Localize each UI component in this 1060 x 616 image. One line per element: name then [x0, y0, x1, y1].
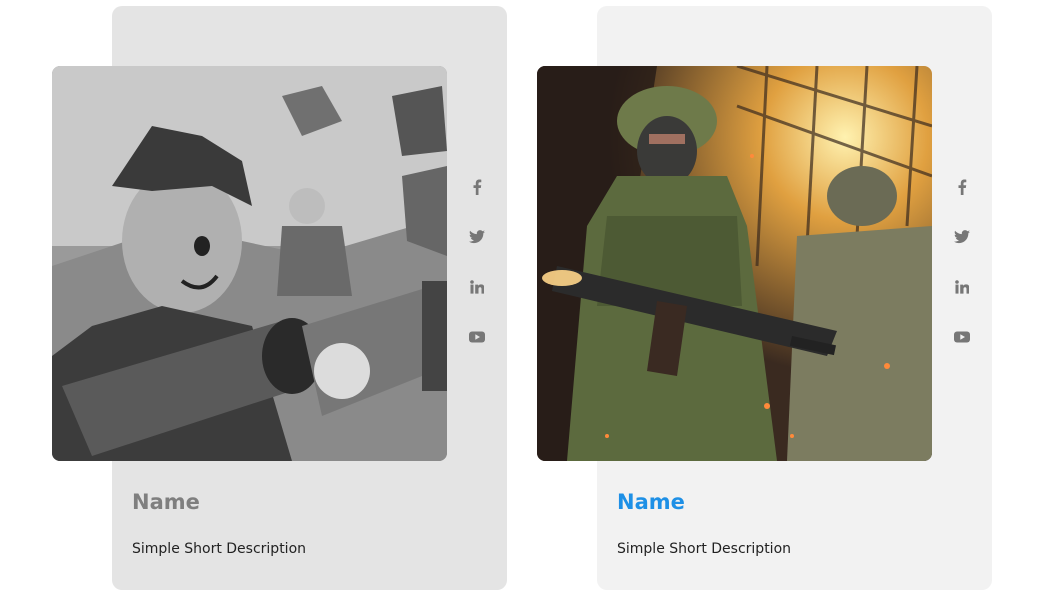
youtube-icon[interactable] — [951, 326, 973, 348]
facebook-icon[interactable] — [951, 176, 973, 198]
twitter-icon[interactable] — [466, 226, 488, 248]
facebook-icon[interactable] — [466, 176, 488, 198]
linkedin-icon[interactable] — [466, 276, 488, 298]
twitter-icon[interactable] — [951, 226, 973, 248]
youtube-icon[interactable] — [466, 326, 488, 348]
card-2-description: Simple Short Description — [617, 541, 792, 557]
card-1-name: Name — [132, 490, 200, 514]
card-1-image[interactable] — [52, 66, 447, 461]
linkedin-icon[interactable] — [951, 276, 973, 298]
card-1-social-links — [466, 176, 488, 376]
card-2-social-links — [951, 176, 973, 376]
card-2-name[interactable]: Name — [617, 490, 685, 514]
card-2-image[interactable] — [537, 66, 932, 461]
card-1-description: Simple Short Description — [132, 541, 307, 557]
